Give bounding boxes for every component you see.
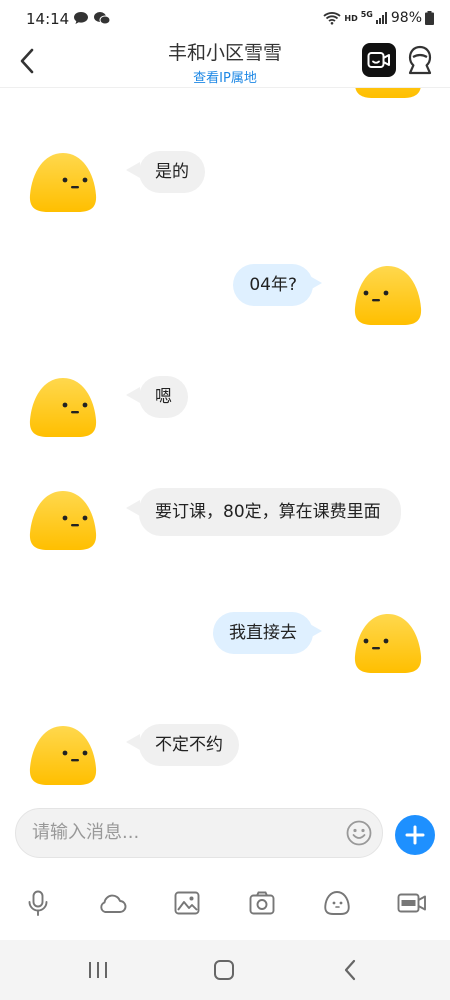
signal-icon [375,12,387,24]
person-icon [408,45,432,75]
message-bubble-incoming[interactable]: 嗯 [139,376,188,418]
cloud-button[interactable] [97,888,127,918]
status-bar: 14:14 HD 5G 98% [0,0,450,38]
message-composer: 请输入消息... [0,804,450,860]
wechat-notification-icon [94,12,111,25]
battery-percent: 98% [390,10,422,26]
contact-avatar[interactable] [28,375,98,441]
status-time: 14:14 [26,10,70,28]
contact-avatar[interactable] [28,488,98,554]
video-camera-icon [367,52,390,68]
recent-apps-button[interactable] [83,958,113,982]
home-icon [214,960,234,980]
my-avatar[interactable] [353,263,423,329]
recent-apps-icon [89,962,107,978]
message-bubble-outgoing[interactable]: 我直接去 [213,612,313,654]
message-input[interactable]: 请输入消息... [15,808,383,858]
gif-button[interactable] [397,888,427,918]
photo-button[interactable] [172,888,202,918]
message-bubble-incoming[interactable]: 要订课，80定，算在课费里面 [139,488,401,536]
system-back-button[interactable] [335,958,365,982]
emoji-icon[interactable] [346,820,372,846]
gif-icon [397,893,426,913]
message-list: 是的 04年? 嗯 要订课，80定，算在课费里面 我直接去 不定不约 [0,88,450,804]
my-avatar[interactable] [353,88,423,102]
composer-toolbar [0,880,450,930]
cloud-icon [100,894,127,913]
network-label: HD [344,13,358,23]
message-notification-icon [74,12,88,24]
mic-icon [28,890,48,916]
contact-avatar[interactable] [28,723,98,789]
camera-icon [249,891,275,915]
message-bubble-incoming[interactable]: 不定不约 [139,724,239,766]
video-call-button[interactable] [362,43,396,77]
image-icon [174,891,200,915]
chat-header: 丰和小区雪雪 查看IP属地 [0,38,450,88]
home-button[interactable] [209,958,239,982]
message-bubble-outgoing[interactable]: 04年? [233,264,313,306]
more-options-button[interactable] [395,815,435,855]
sticker-icon [324,891,350,915]
message-bubble-incoming[interactable]: 是的 [139,151,205,193]
camera-button[interactable] [247,888,277,918]
status-right: HD 5G 98% [323,10,434,26]
battery-icon [425,11,434,25]
bubble-tail [126,500,140,516]
chat-screen: 14:14 HD 5G 98% 丰和小区雪雪 查看IP属地 是的 04年? 嗯 … [0,0,450,1000]
bubble-tail [126,387,140,403]
system-nav-bar [0,940,450,1000]
plus-icon [405,825,425,845]
back-arrow-icon [344,959,356,981]
wifi-icon [323,12,341,25]
contact-avatar[interactable] [28,150,98,216]
sticker-button[interactable] [322,888,352,918]
bubble-tail [126,734,140,750]
notification-icons [73,11,111,25]
my-avatar[interactable] [353,611,423,677]
profile-button[interactable] [405,43,435,77]
voice-button[interactable] [23,888,53,918]
signal-label: 5G [360,9,373,19]
bubble-tail [126,162,140,178]
